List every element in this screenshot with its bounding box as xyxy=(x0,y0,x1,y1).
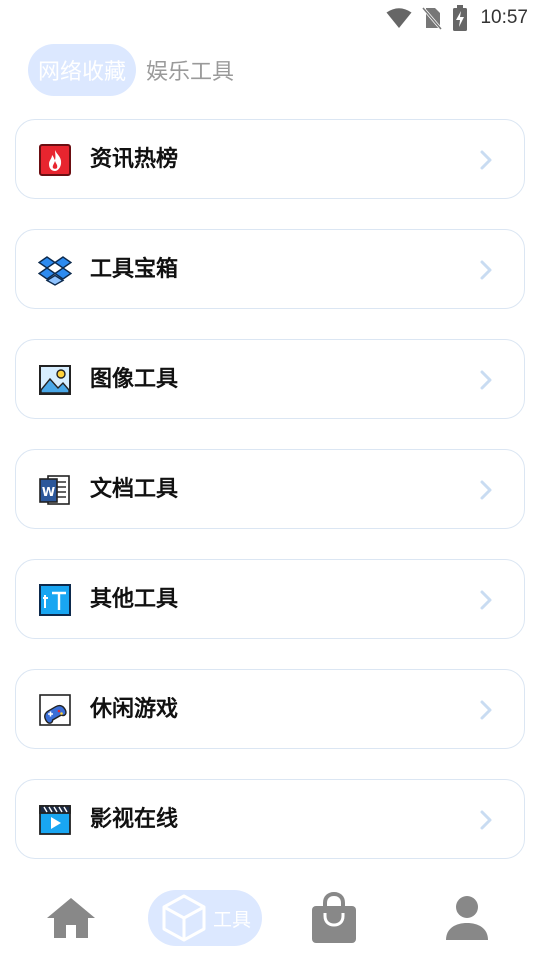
list-item-news-hot[interactable]: 资讯热榜 xyxy=(15,119,525,199)
chevron-right-icon xyxy=(480,370,492,390)
text-tool-icon xyxy=(39,584,71,616)
list-item-casual-games[interactable]: 休闲游戏 xyxy=(15,669,525,749)
person-icon xyxy=(446,896,488,940)
chevron-right-icon xyxy=(480,700,492,720)
list-item-online-video[interactable]: 影视在线 xyxy=(15,779,525,859)
nav-tools[interactable]: 工具 xyxy=(148,890,262,946)
video-player-icon xyxy=(39,805,71,835)
chevron-right-icon xyxy=(480,260,492,280)
chevron-right-icon xyxy=(480,590,492,610)
tool-category-list: 资讯热榜 工具宝箱 图像工具 W 文档工具 其他工具 休闲游戏 影视在线 xyxy=(15,119,525,889)
shopping-bag-icon xyxy=(312,892,356,943)
nav-shop[interactable] xyxy=(307,890,361,946)
list-item-label: 休闲游戏 xyxy=(90,697,179,722)
wifi-icon xyxy=(386,8,412,28)
chevron-right-icon xyxy=(480,480,492,500)
fire-icon xyxy=(39,144,71,176)
tab-entertainment-tools[interactable]: 娱乐工具 xyxy=(142,44,244,96)
list-item-label: 影视在线 xyxy=(90,807,179,832)
tab-network-favorites[interactable]: 网络收藏 xyxy=(28,44,137,96)
chevron-right-icon xyxy=(480,810,492,830)
list-item-label: 图像工具 xyxy=(90,367,179,392)
dropbox-icon xyxy=(38,256,72,286)
list-item-label: 文档工具 xyxy=(90,477,179,502)
list-item-image-tools[interactable]: 图像工具 xyxy=(15,339,525,419)
gamepad-icon xyxy=(39,694,71,726)
status-icons: 10:57 xyxy=(386,5,528,31)
home-icon xyxy=(47,898,95,938)
svg-text:W: W xyxy=(42,485,55,499)
status-time: 10:57 xyxy=(480,7,528,28)
top-tabs: 网络收藏 娱乐工具 xyxy=(28,44,244,96)
list-item-label: 资讯热榜 xyxy=(90,147,179,172)
nav-home[interactable] xyxy=(44,890,98,946)
no-sim-icon xyxy=(422,7,443,30)
image-icon xyxy=(39,365,71,395)
box-icon xyxy=(162,894,206,942)
list-item-label: 其他工具 xyxy=(90,587,179,612)
list-item-document-tools[interactable]: W 文档工具 xyxy=(15,449,525,529)
chevron-right-icon xyxy=(480,150,492,170)
status-bar: 10:57 xyxy=(0,0,540,36)
bottom-nav: 工具 xyxy=(0,880,540,960)
nav-profile[interactable] xyxy=(440,890,494,946)
list-item-label: 工具宝箱 xyxy=(90,257,179,282)
list-item-toolbox[interactable]: 工具宝箱 xyxy=(15,229,525,309)
battery-charging-icon xyxy=(453,5,468,31)
word-document-icon: W xyxy=(39,475,70,505)
list-item-other-tools[interactable]: 其他工具 xyxy=(15,559,525,639)
nav-tools-label: 工具 xyxy=(212,908,251,931)
